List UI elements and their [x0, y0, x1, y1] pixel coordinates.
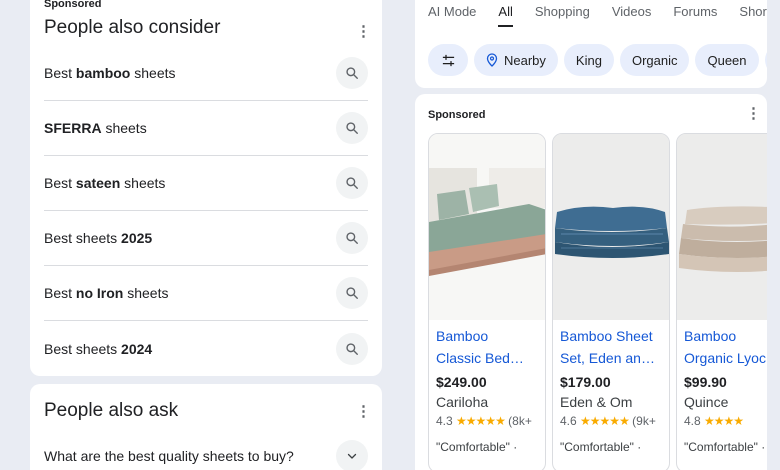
product-title-line1[interactable]: Bamboo	[684, 325, 767, 347]
tab-ai-mode[interactable]: AI Mode	[428, 4, 476, 27]
suggestion-item[interactable]: Best bamboo sheets	[44, 46, 368, 101]
filter-chips: Nearby King Organic Queen U	[428, 44, 767, 76]
chip-queen[interactable]: Queen	[695, 44, 759, 76]
product-title-line2[interactable]: Classic Bed…	[436, 347, 545, 369]
star-rating-icon: ★★★★★	[456, 414, 506, 428]
tab-shopping[interactable]: Shopping	[535, 4, 590, 27]
suggestion-item[interactable]: SFERRA sheets	[44, 101, 368, 156]
product-image[interactable]	[677, 134, 767, 320]
product-rating: 4.8 ★★★★	[684, 414, 744, 428]
product-store: Eden & Om	[560, 394, 633, 410]
product-card[interactable]: Bamboo Classic Bed… $249.00 Cariloha 4.3…	[428, 133, 546, 470]
product-carousel: Bamboo Classic Bed… $249.00 Cariloha 4.3…	[428, 133, 767, 470]
product-title-line1[interactable]: Bamboo Sheet	[560, 325, 669, 347]
suggestion-text: Best sheets 2024	[44, 340, 153, 357]
more-options-icon[interactable]: ⋮	[746, 106, 761, 121]
product-card[interactable]: Bamboo Organic Lyoc $99.90 Quince 4.8 ★★…	[676, 133, 767, 470]
tab-short[interactable]: Short	[739, 4, 767, 27]
product-card[interactable]: Bamboo Sheet Set, Eden an… $179.00 Eden …	[552, 133, 670, 470]
location-pin-icon	[486, 53, 498, 67]
more-options-icon[interactable]: ⋮	[356, 404, 371, 419]
product-title-line2[interactable]: Organic Lyoc	[684, 347, 767, 369]
product-review-snippet: "Comfortable" ·	[436, 440, 518, 454]
product-image[interactable]	[553, 134, 669, 320]
search-icon[interactable]	[336, 112, 368, 144]
chip-more[interactable]: U	[764, 44, 767, 76]
product-title-line2[interactable]: Set, Eden an…	[560, 347, 669, 369]
search-icon[interactable]	[336, 332, 368, 365]
product-review-snippet: "Comfortable" ·	[560, 440, 642, 454]
tab-all[interactable]: All	[498, 4, 514, 27]
more-options-icon[interactable]: ⋮	[356, 24, 371, 39]
search-tabs: AI Mode All Shopping Videos Forums Short	[428, 4, 767, 27]
suggestion-item[interactable]: Best sheets 2024	[44, 321, 368, 376]
search-icon[interactable]	[336, 57, 368, 89]
chip-organic[interactable]: Organic	[619, 44, 690, 76]
question-item[interactable]: What are the best quality sheets to buy?	[44, 440, 368, 470]
product-store: Quince	[684, 394, 729, 410]
star-rating-icon: ★★★★	[704, 414, 744, 428]
sponsored-products-card: Sponsored ⋮ Bamboo Classic Bed… $249.00 …	[415, 94, 767, 470]
chip-nearby[interactable]: Nearby	[474, 44, 558, 76]
tab-videos[interactable]: Videos	[612, 4, 652, 27]
product-rating: 4.6 ★★★★★ (9k+	[560, 414, 656, 428]
chevron-down-icon[interactable]	[336, 440, 368, 470]
chip-label: Nearby	[504, 52, 546, 68]
product-title-line1[interactable]: Bamboo	[436, 325, 545, 347]
star-rating-icon: ★★★★★	[580, 414, 630, 428]
people-also-consider-card: Sponsored People also consider ⋮ Best ba…	[30, 0, 382, 376]
search-icon[interactable]	[336, 222, 368, 254]
question-text: What are the best quality sheets to buy?	[44, 448, 294, 464]
search-icon[interactable]	[336, 167, 368, 199]
product-rating: 4.3 ★★★★★ (8k+	[436, 414, 532, 428]
product-review-snippet: "Comfortable" ·	[684, 440, 766, 454]
filter-settings-icon[interactable]	[428, 44, 468, 76]
suggestion-text: Best no Iron sheets	[44, 285, 169, 301]
suggestion-item[interactable]: Best sheets 2025	[44, 211, 368, 266]
chip-king[interactable]: King	[563, 44, 614, 76]
suggestion-text: Best bamboo sheets	[44, 65, 176, 81]
product-price: $249.00	[436, 374, 487, 390]
search-filters-card: AI Mode All Shopping Videos Forums Short…	[415, 0, 767, 88]
sponsored-label: Sponsored	[44, 0, 102, 10]
people-also-ask-title: People also ask	[44, 400, 179, 421]
suggestion-text: SFERRA sheets	[44, 120, 147, 136]
suggestion-item[interactable]: Best no Iron sheets	[44, 266, 368, 321]
product-price: $179.00	[560, 374, 611, 390]
suggestion-text: Best sateen sheets	[44, 175, 166, 191]
product-store: Cariloha	[436, 394, 489, 410]
product-image[interactable]	[429, 134, 545, 320]
product-price: $99.90	[684, 374, 727, 390]
suggestion-item[interactable]: Best sateen sheets	[44, 156, 368, 211]
suggestion-text: Best sheets 2025	[44, 230, 153, 246]
people-also-consider-title: People also consider	[44, 17, 221, 38]
search-icon[interactable]	[336, 277, 368, 309]
tab-forums[interactable]: Forums	[673, 4, 717, 27]
people-also-ask-card: People also ask ⋮ What are the best qual…	[30, 384, 382, 470]
sponsored-label: Sponsored	[428, 109, 486, 121]
